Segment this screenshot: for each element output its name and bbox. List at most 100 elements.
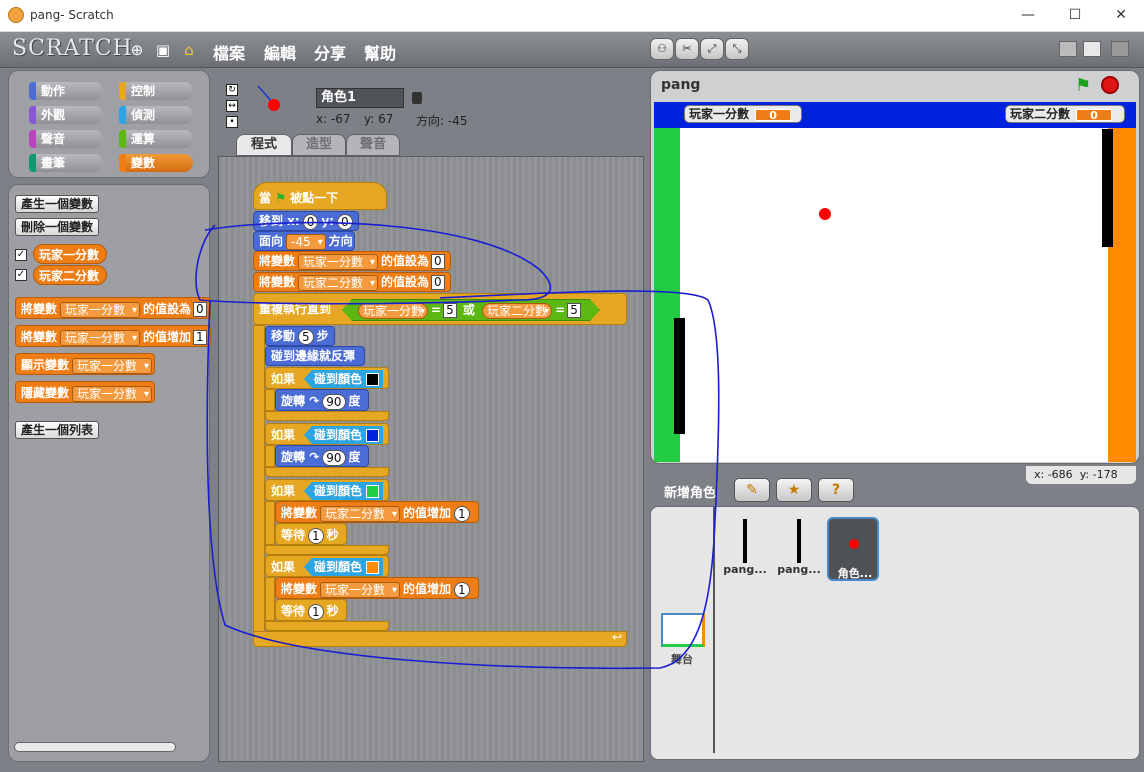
ball-sprite[interactable] — [819, 208, 831, 220]
hide-variable-block[interactable]: 隱藏變數 玩家一分數 — [15, 381, 155, 403]
turn-block-2[interactable]: 旋轉 ↷ 90 度 — [275, 445, 369, 467]
sprite-name-field[interactable]: 角色1 — [316, 88, 404, 108]
if-block-1[interactable]: 如果 碰到顏色 — [265, 367, 389, 389]
if-block-2[interactable]: 如果 碰到顏色 — [265, 423, 389, 445]
globe-icon[interactable]: ⊕ — [128, 41, 146, 59]
duplicate-tool-icon[interactable]: ⚇ — [650, 38, 674, 60]
menu-file[interactable]: 檔案 — [213, 40, 245, 64]
choose-sprite-file-icon[interactable]: ★ — [776, 478, 812, 502]
window-title: pang- Scratch — [30, 8, 114, 22]
point-direction-block[interactable]: 面向-45方向 — [253, 231, 355, 251]
if-arm-3 — [265, 501, 275, 545]
presentation-mode-icon[interactable] — [1111, 41, 1129, 57]
scratch-window: pang- Scratch — ☐ ✕ SCRATCH ⊕ ▣ ⌂ 檔案 編輯 … — [0, 0, 1144, 772]
paddle-left[interactable] — [674, 318, 685, 434]
category-pen[interactable]: 畫筆 — [29, 154, 103, 172]
paint-new-sprite-icon[interactable]: ✎ — [734, 478, 770, 502]
repeat-until-foot: ↩ — [253, 630, 627, 647]
set-variable-block[interactable]: 將變數玩家一分數的值設為0 — [15, 297, 211, 319]
menu-help[interactable]: 幫助 — [364, 40, 396, 64]
menu-edit[interactable]: 編輯 — [264, 40, 296, 64]
or-condition[interactable]: 玩家一分數=5 或 玩家二分數=5 — [342, 299, 600, 321]
menu-bar: SCRATCH ⊕ ▣ ⌂ 檔案 編輯 分享 幫助 ⚇ ✂ ⤢ ⤡ — [0, 32, 1144, 68]
make-variable-button[interactable]: 產生一個變數 — [15, 195, 100, 213]
paddle-right[interactable] — [1102, 129, 1113, 247]
close-button[interactable]: ✕ — [1106, 4, 1136, 26]
var-reporter-player2[interactable]: 玩家二分數 — [33, 265, 107, 285]
goto-xy-block[interactable]: 移到 x: 0 y: 0 — [253, 211, 359, 231]
make-list-button[interactable]: 產生一個列表 — [15, 421, 100, 439]
if-block-3[interactable]: 如果 碰到顏色 — [265, 479, 389, 501]
change-player1-block[interactable]: 將變數玩家一分數的值增加1 — [275, 577, 479, 599]
sprite-y: y: 67 — [364, 112, 394, 126]
turn-block-1[interactable]: 旋轉 ↷ 90 度 — [275, 389, 369, 411]
stage[interactable]: 玩家一分數 0 玩家二分數 0 — [654, 102, 1136, 462]
touching-color-sensor-2[interactable]: 碰到顏色 — [304, 426, 384, 444]
sprite-list-divider — [713, 507, 715, 753]
var1-checkbox[interactable]: ✓ — [15, 249, 27, 261]
wait-block-2[interactable]: 等待 1 秒 — [275, 599, 347, 621]
monitor-player2[interactable]: 玩家二分數 0 — [1005, 105, 1125, 123]
shrink-tool-icon[interactable]: ⤡ — [725, 38, 749, 60]
when-flag-clicked-block[interactable]: 當 ⚑ 被點一下 — [253, 182, 387, 210]
surprise-sprite-icon[interactable]: ? — [818, 478, 854, 502]
tab-sounds[interactable]: 聲音 — [346, 134, 400, 156]
sprite-thumb-pang2[interactable]: pang... — [773, 517, 825, 581]
green-flag-icon: ⚑ — [275, 191, 286, 205]
category-operators[interactable]: 運算 — [119, 130, 193, 148]
minimize-button[interactable]: — — [1013, 4, 1043, 26]
tab-scripts[interactable]: 程式 — [236, 134, 292, 156]
show-variable-block[interactable]: 顯示變數 玩家一分數 — [15, 353, 155, 375]
flip-style-icon[interactable]: ↔ — [226, 100, 238, 112]
category-motion[interactable]: 動作 — [29, 82, 103, 100]
stage-size-buttons — [1057, 38, 1137, 62]
stage-thumbnail[interactable] — [661, 613, 705, 647]
move-steps-block[interactable]: 移動 5 步 — [265, 326, 335, 346]
monitor-player1[interactable]: 玩家一分數 0 — [684, 105, 802, 123]
category-sensing[interactable]: 偵測 — [119, 106, 193, 124]
save-icon[interactable]: ▣ — [154, 41, 172, 59]
grow-tool-icon[interactable]: ⤢ — [700, 38, 724, 60]
category-panel: 動作 控制 外觀 偵測 聲音 運算 畫筆 變數 — [8, 70, 210, 178]
touching-color-sensor-3[interactable]: 碰到顏色 — [304, 482, 384, 500]
delete-tool-icon[interactable]: ✂ — [675, 38, 699, 60]
if-foot-4 — [265, 621, 389, 631]
mouse-coords: x: -686 y: -178 — [1026, 466, 1136, 484]
title-bar: pang- Scratch — ☐ ✕ — [0, 0, 1144, 32]
paddle-thumbnail — [797, 519, 801, 563]
repeat-until-block[interactable]: 重複執行直到 玩家一分數=5 或 玩家二分數=5 — [253, 293, 627, 325]
change-player2-block[interactable]: 將變數玩家二分數的值增加1 — [275, 501, 479, 523]
delete-variable-button[interactable]: 刪除一個變數 — [15, 218, 100, 236]
script-area[interactable]: 當 ⚑ 被點一下 移到 x:0y:0 面向-45方向 將變數玩家一分數的值設為0… — [218, 156, 644, 762]
maximize-button[interactable]: ☐ — [1060, 4, 1090, 26]
wait-block-1[interactable]: 等待 1 秒 — [275, 523, 347, 545]
category-variables[interactable]: 變數 — [119, 154, 193, 172]
category-looks[interactable]: 外觀 — [29, 106, 103, 124]
lock-icon[interactable] — [412, 92, 422, 104]
if-block-4[interactable]: 如果 碰到顏色 — [265, 555, 389, 577]
small-stage-icon[interactable] — [1059, 41, 1077, 57]
category-sound[interactable]: 聲音 — [29, 130, 103, 148]
share-icon[interactable]: ⌂ — [180, 41, 198, 59]
palette-scrollbar[interactable] — [14, 742, 176, 752]
rotate-style-icon[interactable]: ↻ — [226, 84, 238, 96]
tab-costumes[interactable]: 造型 — [292, 134, 346, 156]
stop-button[interactable] — [1101, 76, 1119, 94]
touching-color-sensor-1[interactable]: 碰到顏色 — [304, 370, 384, 388]
bounce-block[interactable]: 碰到邊緣就反彈 — [265, 346, 365, 366]
sprite-list-panel: 舞台 pang... pang... 角色... — [650, 506, 1140, 760]
sprite-thumb-ball[interactable]: 角色... — [827, 517, 879, 581]
change-variable-block[interactable]: 將變數玩家一分數的值增加1 — [15, 325, 211, 347]
set-player1-block[interactable]: 將變數玩家一分數的值設為0 — [253, 251, 451, 271]
var-reporter-player1[interactable]: 玩家一分數 — [33, 244, 107, 264]
category-control[interactable]: 控制 — [119, 82, 193, 100]
var2-checkbox[interactable]: ✓ — [15, 269, 27, 281]
sprite-thumb-pang1[interactable]: pang... — [719, 517, 771, 581]
touching-color-sensor-4[interactable]: 碰到顏色 — [304, 558, 384, 576]
sprite-x: x: -67 — [316, 112, 351, 126]
green-flag-button[interactable]: ⚑ — [1075, 75, 1091, 96]
no-rotate-icon[interactable]: • — [226, 116, 238, 128]
menu-share[interactable]: 分享 — [314, 40, 346, 64]
normal-stage-icon[interactable] — [1083, 41, 1101, 57]
set-player2-block[interactable]: 將變數玩家二分數的值設為0 — [253, 272, 451, 292]
